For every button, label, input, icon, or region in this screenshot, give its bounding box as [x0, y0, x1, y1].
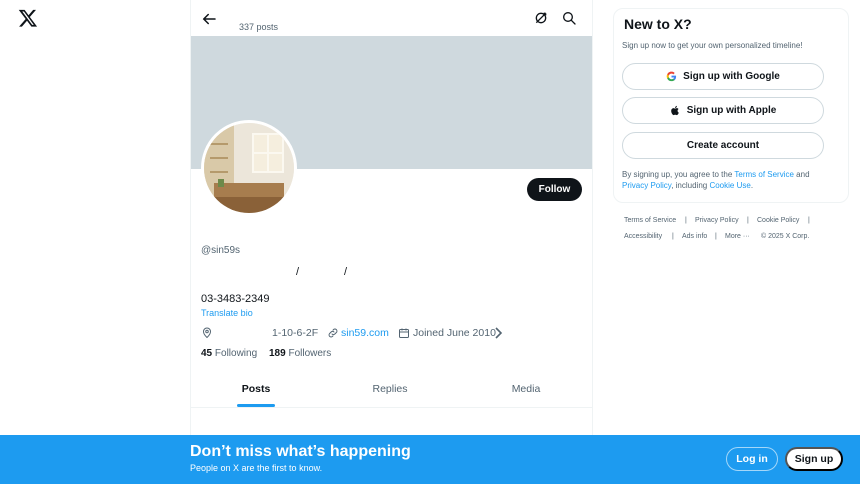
search-icon[interactable] — [561, 10, 577, 26]
signup-apple-label: Sign up with Apple — [686, 105, 777, 116]
signup-banner-subtitle: People on X are the first to know. — [190, 463, 323, 473]
login-button[interactable]: Log in — [726, 447, 778, 471]
x-logo-icon[interactable] — [18, 8, 38, 28]
link-icon — [327, 327, 339, 339]
divider — [191, 407, 592, 408]
calendar-icon — [398, 327, 410, 339]
profile-handle: @sin59s — [201, 245, 241, 256]
tab-replies[interactable]: Replies — [365, 383, 415, 395]
disclaimer-text: . — [750, 181, 754, 190]
following-label: Following — [214, 348, 258, 359]
back-arrow-icon[interactable] — [200, 10, 218, 28]
signup-card-title: New to X? — [624, 16, 692, 32]
footer-privacy-link[interactable]: Privacy Policy — [695, 217, 739, 224]
tab-media[interactable]: Media — [503, 383, 549, 395]
profile-joined-date: Joined June 2010 — [413, 327, 496, 339]
bio-text: / — [296, 266, 300, 278]
apple-icon — [670, 105, 681, 116]
footer-separator: | — [747, 217, 749, 224]
disclaimer-text: and — [793, 170, 810, 179]
footer-copyright: © 2025 X Corp. — [761, 233, 810, 240]
bio-phone: 03-3483-2349 — [201, 293, 270, 305]
translate-bio-link[interactable]: Translate bio — [201, 308, 253, 318]
terms-link[interactable]: Terms of Service — [734, 170, 794, 179]
grok-icon[interactable] — [533, 10, 549, 26]
location-icon — [201, 327, 213, 339]
disclaimer-text: , including — [671, 181, 710, 190]
disclaimer-text: By signing up, you agree to the — [622, 170, 735, 179]
signup-google-label: Sign up with Google — [683, 71, 780, 82]
footer-separator: | — [685, 217, 687, 224]
followers-label: Followers — [288, 348, 332, 359]
chevron-right-icon[interactable] — [495, 327, 503, 339]
post-count: 337 posts — [239, 22, 279, 32]
footer-separator: | — [715, 233, 717, 240]
signup-card-subtitle: Sign up now to get your own personalized… — [622, 41, 803, 50]
following-link[interactable]: 45 Following — [201, 348, 257, 359]
avatar[interactable] — [201, 120, 297, 216]
footer-terms-link[interactable]: Terms of Service — [624, 217, 676, 224]
follow-button[interactable]: Follow — [527, 178, 582, 201]
profile-location: 1-10-6-2F — [272, 327, 319, 339]
privacy-link[interactable]: Privacy Policy — [622, 181, 671, 190]
tab-posts[interactable]: Posts — [236, 383, 276, 395]
signup-banner-title: Don’t miss what’s happening — [190, 443, 411, 460]
signup-disclaimer: By signing up, you agree to the Terms of… — [622, 169, 837, 191]
footer-separator: | — [808, 217, 810, 224]
signup-google-button[interactable]: Sign up with Google — [622, 63, 824, 90]
footer-cookie-link[interactable]: Cookie Policy — [757, 217, 799, 224]
bio-text: / — [344, 266, 348, 278]
followers-count: 189 — [269, 348, 286, 359]
create-account-button[interactable]: Create account — [622, 132, 824, 159]
footer-more-link[interactable]: More ··· — [725, 233, 750, 240]
following-count: 45 — [201, 348, 213, 359]
footer-ads-link[interactable]: Ads info — [682, 233, 707, 240]
footer-separator: | — [672, 233, 674, 240]
footer-accessibility-link[interactable]: Accessibility — [624, 233, 662, 240]
cookie-use-link[interactable]: Cookie Use — [709, 181, 750, 190]
signup-apple-button[interactable]: Sign up with Apple — [622, 97, 824, 124]
profile-website-link[interactable]: sin59.com — [341, 327, 389, 339]
google-icon — [666, 71, 677, 82]
signup-button[interactable]: Sign up — [785, 447, 843, 471]
followers-link[interactable]: 189 Followers — [269, 348, 331, 359]
